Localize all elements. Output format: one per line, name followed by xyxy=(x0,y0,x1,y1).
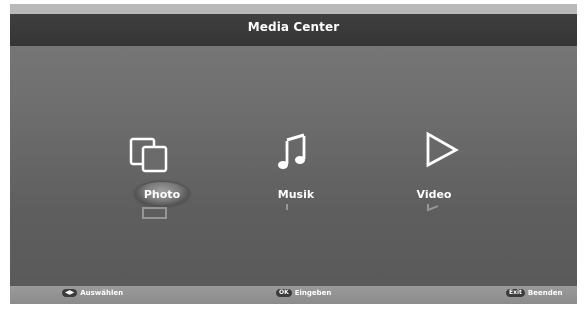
exit-key-icon: Exit xyxy=(506,289,525,297)
ok-key-icon: OK xyxy=(276,289,292,297)
arrows-key-icon: ◀▶ xyxy=(62,289,78,297)
footer-bar: ◀▶ Auswählen OK Eingeben Exit Beenden xyxy=(10,286,577,304)
page-title: Media Center xyxy=(247,20,340,34)
top-strip xyxy=(10,4,577,14)
menu-item-photo[interactable]: Photo xyxy=(102,124,222,234)
music-note-icon xyxy=(278,133,306,169)
hint-label: Beenden xyxy=(527,289,563,297)
photo-icon xyxy=(129,137,168,173)
play-icon-reflection xyxy=(427,204,439,212)
header-bar: Media Center xyxy=(10,14,577,46)
play-icon xyxy=(426,131,459,168)
hint-label: Auswählen xyxy=(80,289,124,297)
photo-icon-reflection xyxy=(142,207,167,219)
menu-item-label: Video xyxy=(416,188,452,201)
menu-item-musik[interactable]: Musik xyxy=(236,124,356,234)
hint-select: ◀▶ Auswählen xyxy=(62,289,123,297)
hint-label: Eingeben xyxy=(294,289,332,297)
menu-item-label: Musik xyxy=(277,188,315,201)
menu-item-video[interactable]: Video xyxy=(374,124,494,234)
music-note-icon-reflection xyxy=(286,204,288,210)
hint-enter: OK Eingeben xyxy=(276,289,331,297)
menu-item-label: Photo xyxy=(143,188,181,201)
media-center-screen: Media Center Photo Musik Video ◀▶ Auswäh… xyxy=(10,4,577,304)
hint-exit: Exit Beenden xyxy=(506,289,562,297)
